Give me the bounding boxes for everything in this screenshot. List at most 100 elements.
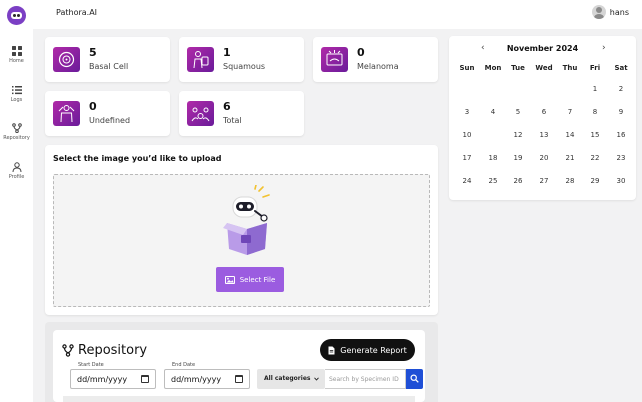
category-select[interactable]: All categories	[257, 369, 325, 389]
table-header	[63, 396, 415, 402]
start-date-value: dd/mm/yyyy	[77, 375, 128, 384]
stat-card-squamous[interactable]: 1 Squamous	[179, 37, 304, 82]
weekday-label: Wed	[535, 64, 553, 72]
calendar-day[interactable]: 27	[532, 172, 556, 190]
sidebar-item-repository[interactable]: Repository	[0, 123, 33, 141]
sidebar: Home Logs Repository Profile	[0, 29, 33, 402]
image-icon	[224, 275, 235, 284]
sidebar-item-home[interactable]: Home	[0, 46, 33, 64]
squamous-icon	[187, 47, 214, 72]
calendar-day-number: 11	[488, 131, 498, 139]
calendar-day[interactable]: 25	[481, 172, 505, 190]
top-bar: Pathora.AI hans	[0, 0, 642, 29]
calendar-next-button[interactable]: ›	[602, 43, 606, 53]
calendar: ‹ November 2024 › Sun Mon Tue Wed Thu Fr…	[449, 36, 636, 200]
stat-card-undefined[interactable]: 0 Undefined	[45, 91, 170, 136]
avatar	[591, 5, 606, 19]
calendar-day[interactable]: 6	[532, 103, 556, 121]
repository-panel: Repository Generate Report Start Date dd…	[53, 330, 425, 402]
sidebar-item-label: Logs	[10, 97, 23, 103]
search-icon	[410, 374, 419, 383]
calendar-day[interactable]: 9	[609, 103, 633, 121]
stat-count: 6	[223, 100, 231, 113]
person-icon	[12, 162, 21, 172]
calendar-day[interactable]: 12	[506, 126, 530, 144]
stat-count: 0	[89, 100, 97, 113]
logo-icon[interactable]	[7, 6, 26, 25]
document-icon	[328, 346, 335, 354]
sidebar-item-logs[interactable]: Logs	[0, 85, 33, 103]
select-file-label: Select File	[239, 275, 276, 284]
calendar-icon	[235, 375, 243, 383]
calendar-day[interactable]: 3	[455, 103, 479, 121]
weekday-label: Sat	[614, 64, 628, 72]
sidebar-item-label: Profile	[8, 174, 25, 180]
category-select-value: All categories	[264, 375, 311, 382]
calendar-day[interactable]: 22	[583, 149, 607, 167]
select-file-button[interactable]: Select File	[216, 267, 284, 292]
undefined-icon	[53, 101, 80, 126]
upload-panel: Select the image you’d like to upload Se…	[45, 145, 438, 315]
weekday-label: Mon	[484, 64, 502, 72]
stat-label: Total	[223, 116, 242, 125]
calendar-day[interactable]: 7	[558, 103, 582, 121]
end-date-input[interactable]: dd/mm/yyyy	[164, 369, 250, 389]
sidebar-item-label: Repository	[3, 135, 30, 141]
calendar-day[interactable]: 13	[532, 126, 556, 144]
stat-card-basal-cell[interactable]: 5 Basal Cell	[45, 37, 170, 82]
search-input[interactable]: Search by Specimen ID	[325, 369, 406, 389]
chevron-down-icon	[314, 377, 319, 381]
branch-icon	[62, 344, 74, 357]
stat-card-melanoma[interactable]: 0 Melanoma	[313, 37, 438, 82]
stat-count: 5	[89, 46, 97, 59]
list-icon	[11, 86, 22, 95]
stat-label: Squamous	[223, 62, 266, 71]
calendar-day[interactable]: 30	[609, 172, 633, 190]
stat-card-total[interactable]: 6 Total	[179, 91, 304, 136]
calendar-day[interactable]: 14	[558, 126, 582, 144]
search-button[interactable]	[406, 369, 423, 389]
weekday-label: Fri	[589, 64, 601, 72]
calendar-day[interactable]: 17	[455, 149, 479, 167]
calendar-day[interactable]: 8	[583, 103, 607, 121]
calendar-month-label: November 2024	[506, 44, 579, 53]
weekday-label: Tue	[511, 64, 525, 72]
calendar-day[interactable]: 18	[481, 149, 505, 167]
branch-icon	[11, 123, 22, 133]
calendar-day[interactable]: 10	[455, 126, 479, 144]
calendar-day[interactable]: 26	[506, 172, 530, 190]
calendar-day[interactable]: 2	[609, 80, 633, 98]
calendar-icon	[141, 375, 149, 383]
calendar-day[interactable]: 19	[506, 149, 530, 167]
stat-label: Melanoma	[357, 62, 399, 71]
weekday-label: Sun	[459, 64, 475, 72]
calendar-day[interactable]: 1	[583, 80, 607, 98]
robot-illustration	[223, 185, 270, 255]
calendar-day[interactable]: 23	[609, 149, 633, 167]
calendar-day-selected[interactable]: 11	[481, 126, 505, 144]
user-menu[interactable]: hans	[591, 5, 629, 19]
grid-icon	[11, 46, 22, 56]
start-date-input[interactable]: dd/mm/yyyy	[70, 369, 156, 389]
upload-title: Select the image you’d like to upload	[53, 154, 222, 163]
generate-report-button[interactable]: Generate Report	[320, 339, 415, 361]
calendar-day[interactable]: 24	[455, 172, 479, 190]
melanoma-icon	[321, 47, 348, 72]
stat-label: Undefined	[89, 116, 131, 125]
calendar-day[interactable]: 16	[609, 126, 633, 144]
calendar-day[interactable]: 4	[481, 103, 505, 121]
start-date-label: Start Date	[78, 362, 104, 368]
sidebar-item-label: Home	[9, 58, 24, 64]
upload-dropzone[interactable]: Select File	[53, 174, 430, 307]
calendar-day[interactable]: 15	[583, 126, 607, 144]
calendar-day[interactable]: 20	[532, 149, 556, 167]
calendar-day[interactable]: 5	[506, 103, 530, 121]
calendar-day[interactable]: 28	[558, 172, 582, 190]
calendar-day[interactable]: 21	[558, 149, 582, 167]
calendar-day[interactable]: 29	[583, 172, 607, 190]
sidebar-item-profile[interactable]: Profile	[0, 162, 33, 180]
total-icon	[187, 101, 214, 126]
weekday-label: Thu	[562, 64, 578, 72]
repository-title-text: Repository	[78, 343, 148, 358]
repository-section: Repository Generate Report Start Date dd…	[45, 322, 438, 402]
